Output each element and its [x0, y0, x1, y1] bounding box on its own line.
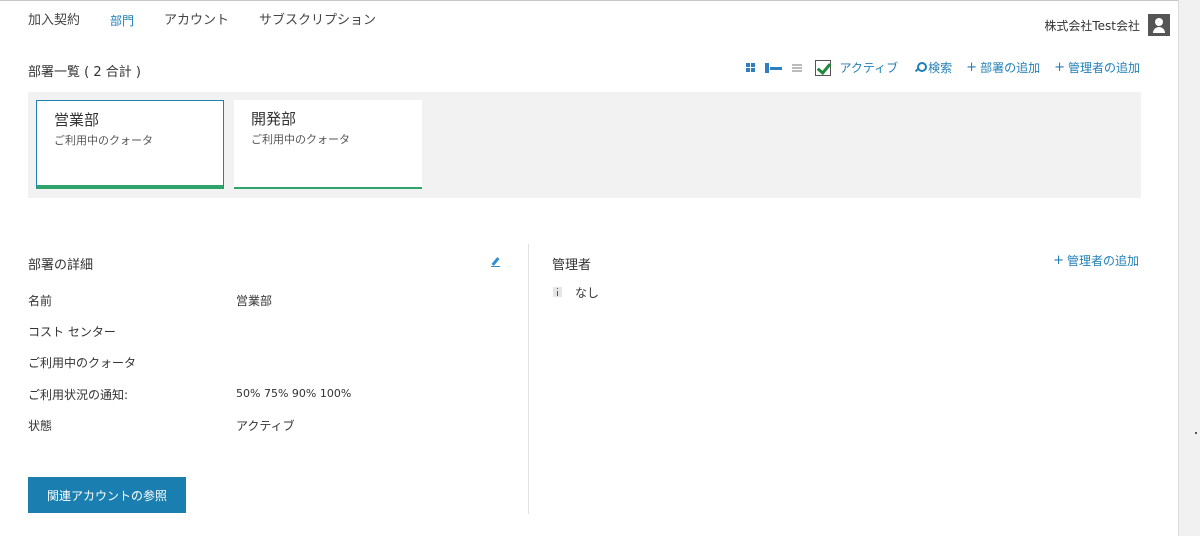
add-admin-toolbar-button[interactable]: + 管理者の追加 [1054, 59, 1140, 76]
section-divider [528, 244, 529, 514]
list-view-icon[interactable] [791, 62, 803, 74]
detail-label-notification: ご利用状況の通知: [28, 388, 129, 402]
search-link[interactable]: 検索 [914, 59, 952, 76]
plus-icon: + [1054, 60, 1065, 75]
admins-empty-text: なし [575, 286, 600, 300]
department-panel: 営業部 ご利用中のクォータ 開発部 ご利用中のクォータ [28, 92, 1141, 198]
detail-label-quota: ご利用中のクォータ [28, 356, 137, 370]
info-icon [553, 287, 562, 297]
department-quota-label: ご利用中のクォータ [54, 134, 153, 147]
company-name: 株式会社Test会社 [1044, 18, 1140, 33]
avatar-body [1153, 27, 1165, 33]
add-admin-label: 管理者の追加 [1066, 254, 1139, 268]
search-label: 検索 [928, 61, 953, 75]
tab-accounts[interactable]: アカウント [164, 11, 229, 31]
user-area: 株式会社Test会社 [1044, 14, 1170, 36]
active-filter-label[interactable]: アクティブ [839, 59, 898, 76]
detail-label-status: 状態 [28, 419, 53, 433]
view-related-accounts-button[interactable]: 関連アカウントの参照 [28, 477, 186, 513]
edit-pencil-icon[interactable] [491, 257, 501, 267]
scrollbar-mark [1195, 432, 1197, 434]
detail-value-notification: 50% 75% 90% 100% [236, 387, 352, 400]
detail-value-status: アクティブ [236, 419, 295, 433]
plus-icon: + [966, 60, 978, 75]
department-name: 営業部 [54, 111, 100, 129]
department-card-sales[interactable]: 営業部 ご利用中のクォータ [36, 100, 224, 189]
list-toolbar: アクティブ 検索 + 部署の追加 + 管理者の追加 [745, 59, 1140, 76]
department-quota-label: ご利用中のクォータ [251, 133, 350, 146]
department-name: 開発部 [251, 110, 297, 128]
tile-view-icon[interactable] [765, 62, 783, 74]
add-admin-button[interactable]: + 管理者の追加 [1053, 252, 1139, 269]
add-admin-toolbar-label: 管理者の追加 [1067, 61, 1140, 75]
add-department-label: 部署の追加 [980, 61, 1041, 75]
detail-value-name: 営業部 [236, 294, 273, 308]
active-filter-checkbox[interactable] [815, 59, 832, 76]
tab-subscriptions[interactable]: サブスクリプション [259, 11, 376, 31]
grid-view-icon[interactable] [745, 62, 757, 74]
admins-title: 管理者 [552, 258, 592, 273]
add-department-button[interactable]: + 部署の追加 [966, 59, 1040, 76]
detail-label-cost-center: コスト センター [28, 325, 116, 339]
plus-icon: + [1053, 253, 1064, 268]
top-nav: 加入契約 部門 アカウント サブスクリプション [28, 11, 406, 31]
tab-departments[interactable]: 部門 [110, 11, 134, 31]
search-icon [914, 62, 928, 73]
vertical-scrollbar[interactable] [1178, 0, 1200, 536]
app-window: 加入契約 部門 アカウント サブスクリプション 株式会社Test会社 部署一覧 … [0, 0, 1178, 536]
detail-label-name: 名前 [28, 294, 53, 308]
tab-contract[interactable]: 加入契約 [28, 11, 80, 31]
details-title: 部署の詳細 [28, 258, 94, 273]
user-avatar-icon[interactable] [1148, 14, 1170, 36]
department-list-title: 部署一覧 ( 2 合計 ) [28, 65, 141, 80]
department-card-dev[interactable]: 開発部 ご利用中のクォータ [234, 100, 422, 189]
avatar-head [1155, 18, 1163, 26]
